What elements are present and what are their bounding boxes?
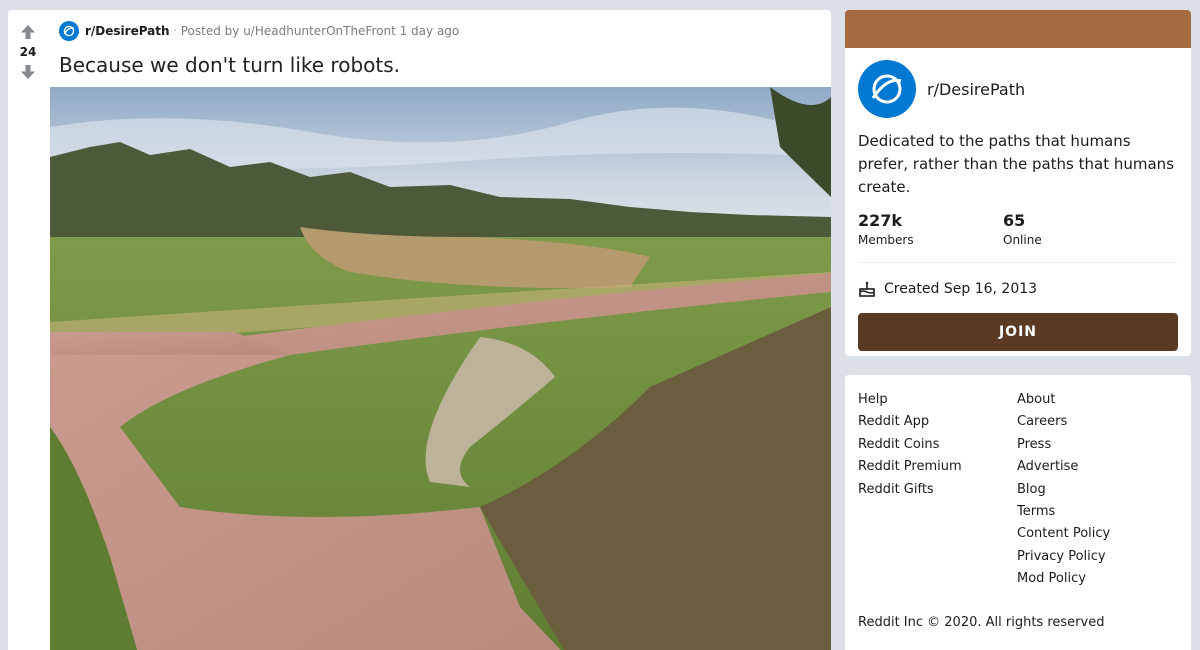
cake-icon	[858, 280, 876, 298]
community-name[interactable]: r/DesirePath	[927, 80, 1025, 99]
footer-link-reddit-premium[interactable]: Reddit Premium	[858, 456, 962, 478]
online-label: Online	[1003, 233, 1042, 247]
created-date-row: Created Sep 16, 2013	[845, 263, 1191, 298]
footer-link-reddit-app[interactable]: Reddit App	[858, 411, 962, 433]
online-count: 65	[1003, 211, 1026, 230]
footer-links-card: Help Reddit App Reddit Coins Reddit Premium…	[845, 375, 1191, 650]
community-description: Dedicated to the paths that humans prefe…	[858, 132, 1175, 196]
footer-link-blog[interactable]: Blog	[1017, 479, 1110, 501]
subreddit-planet-icon[interactable]	[858, 60, 916, 118]
members-count: 227k	[858, 211, 903, 230]
footer-links-right: About Careers Press Advertise Blog Terms Conte…	[1017, 389, 1110, 591]
footer-link-about[interactable]: About	[1017, 389, 1110, 411]
footer-link-advertise[interactable]: Advertise	[1017, 456, 1110, 478]
downvote-icon[interactable]	[18, 62, 38, 82]
vote-score: 24	[19, 45, 37, 59]
footer-link-terms[interactable]: Terms	[1017, 501, 1110, 523]
subreddit-planet-icon[interactable]	[59, 21, 79, 41]
footer-link-help[interactable]: Help	[858, 389, 962, 411]
upvote-icon[interactable]	[18, 22, 38, 42]
footer-link-mod-policy[interactable]: Mod Policy	[1017, 568, 1110, 590]
join-button[interactable]: JOIN	[858, 313, 1178, 351]
community-stats: 227k Members 65 Online	[845, 199, 1191, 247]
footer-link-reddit-gifts[interactable]: Reddit Gifts	[858, 479, 962, 501]
footer-link-press[interactable]: Press	[1017, 434, 1110, 456]
post-card: 24 r/DesirePath · Posted by u/Headhunter…	[8, 10, 831, 650]
copyright-text: Reddit Inc © 2020. All rights reserved	[858, 615, 1105, 630]
community-card: r/DesirePath Dedicated to the paths that…	[845, 10, 1191, 356]
members-label: Members	[858, 233, 914, 247]
footer-links-left: Help Reddit App Reddit Coins Reddit Premium…	[858, 389, 962, 501]
post-header: r/DesirePath · Posted by u/HeadhunterOnT…	[59, 20, 459, 42]
separator-dot: ·	[173, 25, 177, 37]
post-title[interactable]: Because we don't turn like robots.	[59, 53, 400, 77]
footer-link-privacy-policy[interactable]: Privacy Policy	[1017, 546, 1110, 568]
vote-column: 24	[8, 10, 48, 650]
footer-link-careers[interactable]: Careers	[1017, 411, 1110, 433]
post-subreddit-link[interactable]: r/DesirePath	[85, 24, 170, 38]
posted-by-text[interactable]: Posted by u/HeadhunterOnTheFront 1 day a…	[181, 24, 460, 38]
members-stat: 227k Members	[858, 211, 1003, 247]
community-header: r/DesirePath	[845, 48, 1191, 118]
community-banner	[845, 10, 1191, 48]
footer-link-reddit-coins[interactable]: Reddit Coins	[858, 434, 962, 456]
created-date-text: Created Sep 16, 2013	[884, 281, 1038, 297]
post-image[interactable]	[50, 87, 831, 650]
footer-link-content-policy[interactable]: Content Policy	[1017, 523, 1110, 545]
online-stat: 65 Online	[1003, 211, 1148, 247]
